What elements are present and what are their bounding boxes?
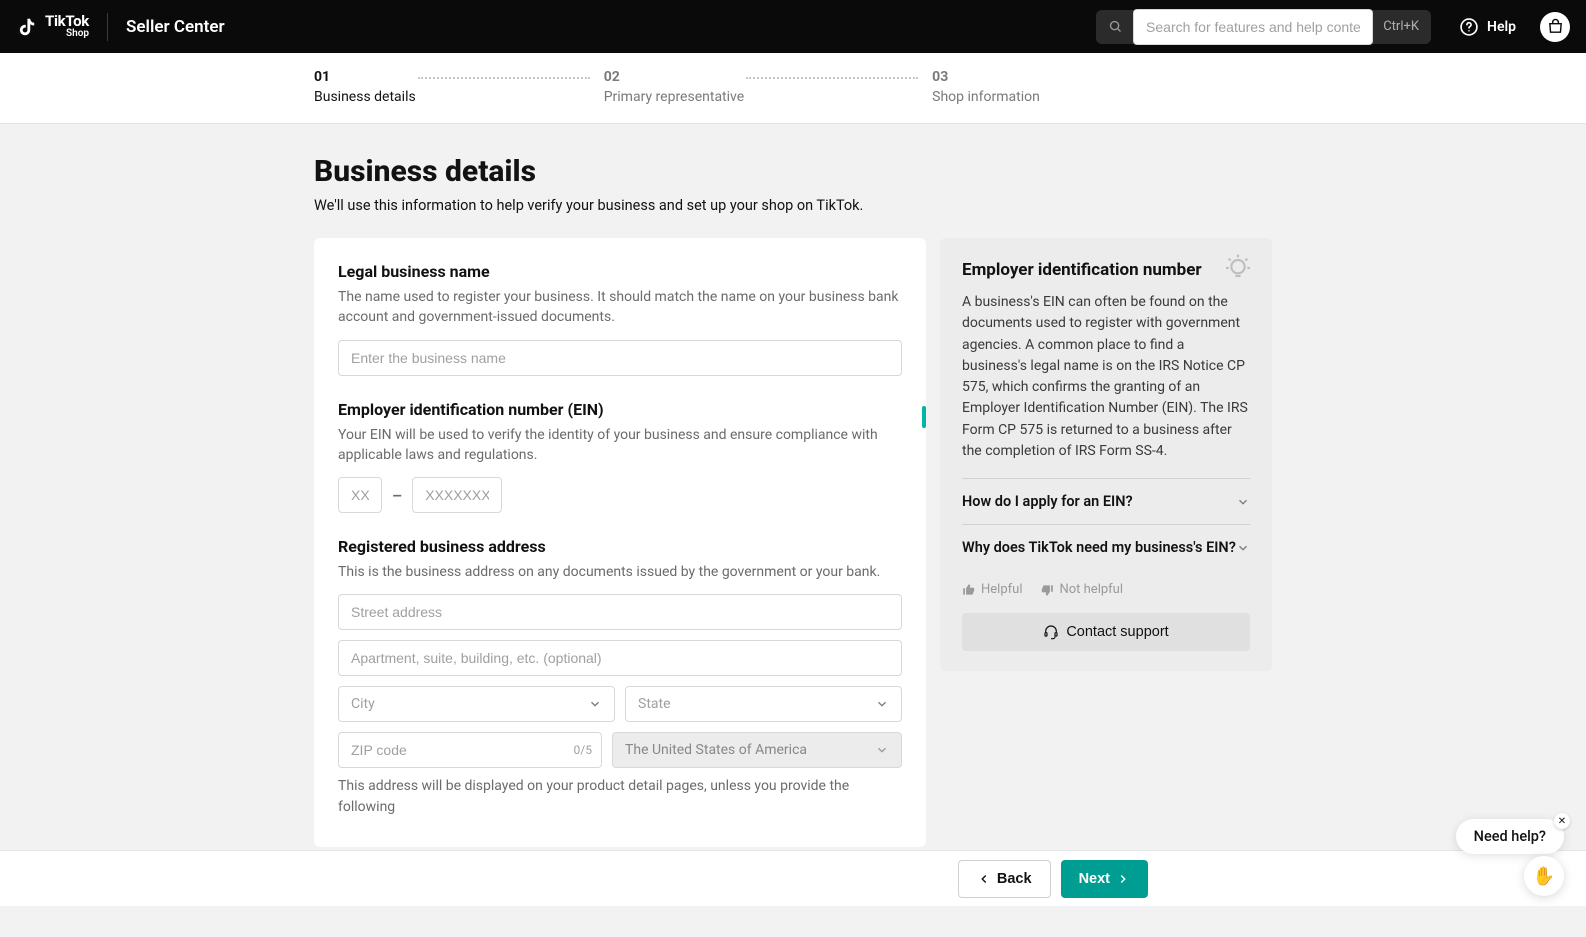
chevron-down-icon [1236,541,1250,555]
next-button[interactable]: Next [1061,860,1148,898]
aside-body: A business's EIN can often be found on t… [962,292,1250,462]
state-select[interactable]: State [625,686,902,722]
section-ein: Employer identification number (EIN) You… [338,400,902,514]
section-legal-name: Legal business name The name used to reg… [338,262,902,376]
brand-name-bottom: Shop [45,29,89,39]
legal-name-help: The name used to register your business.… [338,287,902,328]
lightbulb-icon [1222,252,1254,284]
headset-icon [1043,624,1059,640]
thumbs-down-icon [1040,583,1054,597]
chevron-right-icon [1116,872,1130,886]
step-business-details[interactable]: 01 Business details [314,69,416,105]
not-helpful-button[interactable]: Not helpful [1040,582,1123,597]
seller-center-title[interactable]: Seller Center [126,17,225,37]
step-separator [746,69,918,79]
address-help: This is the business address on any docu… [338,562,902,582]
ein-dash: – [392,486,402,505]
tiktok-icon [16,16,38,38]
address-note: This address will be displayed on your p… [338,776,902,817]
search-bar[interactable]: Ctrl+K [1096,10,1431,44]
legal-name-input[interactable] [338,340,902,376]
assistant-button[interactable]: ✋ [1524,856,1564,896]
legal-name-title: Legal business name [338,262,902,281]
faq-apply-ein[interactable]: How do I apply for an EIN? [962,478,1250,524]
shop-icon [1547,18,1564,35]
ein-input-suffix[interactable] [412,477,502,513]
brand-name-top: TikTok [45,14,89,29]
chevron-down-icon [588,697,602,711]
zip-counter: 0/5 [574,743,592,757]
aside-title: Employer identification number [962,260,1250,280]
search-icon [1108,19,1123,34]
help-aside: Employer identification number A busines… [940,238,1272,671]
apartment-input[interactable] [338,640,902,676]
country-select: The United States of America [612,732,902,768]
street-input[interactable] [338,594,902,630]
hand-icon: ✋ [1533,866,1555,887]
profile-button[interactable] [1540,12,1570,42]
section-address: Registered business address This is the … [338,537,902,817]
need-help-bubble[interactable]: Need help? ✕ [1456,819,1564,854]
ein-help: Your EIN will be used to verify the iden… [338,425,902,466]
close-icon[interactable]: ✕ [1554,813,1570,829]
city-select[interactable]: City [338,686,615,722]
help-link[interactable]: Help [1459,17,1516,37]
chevron-down-icon [875,697,889,711]
chevron-down-icon [1236,495,1250,509]
zip-input[interactable] [338,732,602,768]
thumbs-up-icon [962,583,976,597]
page-subtitle: We'll use this information to help verif… [314,197,1272,214]
form-card: Legal business name The name used to reg… [314,238,926,847]
search-input[interactable] [1133,9,1373,45]
chevron-left-icon [977,872,991,886]
ein-input-prefix[interactable] [338,477,382,513]
back-button[interactable]: Back [958,860,1051,898]
brand-logo[interactable]: TikTok Shop [16,14,89,39]
helpful-button[interactable]: Helpful [962,582,1022,597]
contact-support-button[interactable]: Contact support [962,613,1250,651]
divider [107,13,108,41]
footer-bar: Back Next [0,850,1586,906]
top-navbar: TikTok Shop Seller Center Ctrl+K Help [0,0,1586,53]
chevron-down-icon [875,743,889,757]
faq-why-ein[interactable]: Why does TikTok need my business's EIN? [962,524,1250,570]
help-icon [1459,17,1479,37]
ein-title: Employer identification number (EIN) [338,400,902,419]
page-title: Business details [314,154,1272,189]
search-shortcut: Ctrl+K [1383,19,1419,34]
stepper-bar: 01 Business details 02 Primary represent… [0,53,1586,124]
step-primary-representative[interactable]: 02 Primary representative [604,69,744,105]
step-shop-information[interactable]: 03 Shop information [932,69,1040,105]
step-separator [418,69,590,79]
address-title: Registered business address [338,537,902,556]
